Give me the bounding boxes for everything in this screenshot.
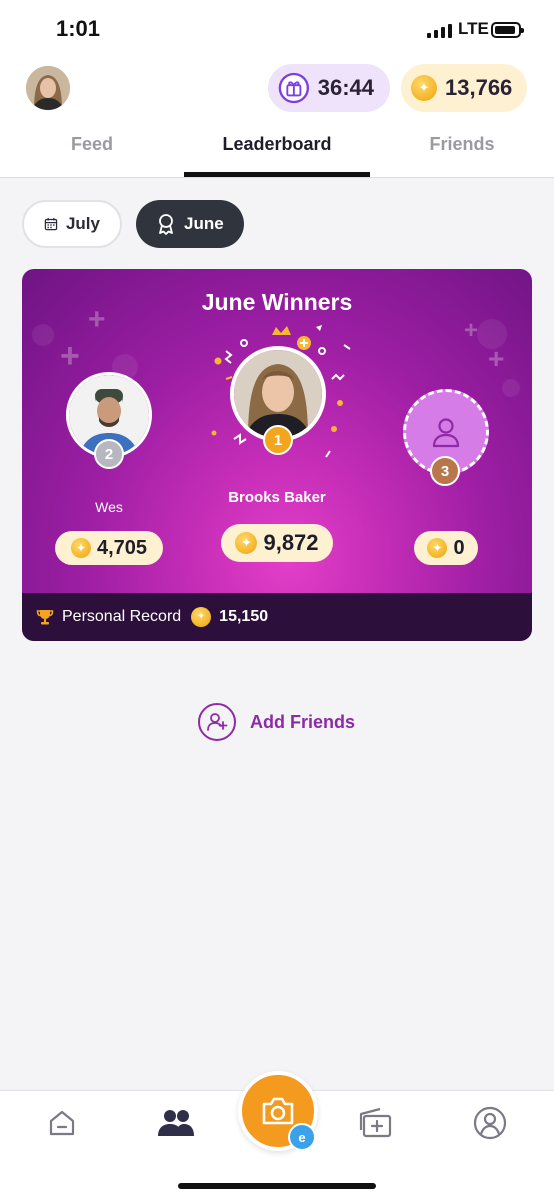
status-time: 1:01 <box>56 16 101 41</box>
coin-icon <box>235 532 258 554</box>
personal-record-bar: Personal Record 15,150 <box>22 593 532 641</box>
plus-decor-icon: + <box>464 317 479 344</box>
personal-record-label: Personal Record <box>62 608 182 625</box>
tab-leaderboard[interactable]: Leaderboard <box>184 134 370 155</box>
bottom-nav: e <box>0 1071 554 1200</box>
coin-icon <box>191 607 212 627</box>
first-place-name: Brooks Baker <box>228 489 326 506</box>
signal-icon <box>427 24 453 38</box>
add-user-icon <box>198 703 236 741</box>
first-place-score: 9,872 <box>221 524 333 562</box>
gift-timer-pill[interactable]: 36:44 <box>268 64 390 112</box>
home-icon[interactable] <box>42 1103 82 1143</box>
first-place-score-value: 9,872 <box>263 530 319 555</box>
second-place-medal: 2 <box>94 439 124 469</box>
decor-bubble <box>32 324 54 346</box>
third-place-score: 0 <box>414 531 478 565</box>
decor-bubble <box>502 379 520 397</box>
profile-icon[interactable] <box>470 1103 510 1143</box>
winners-card: + + + + June Winners 1 Brooks Baker ✦ 9,… <box>22 269 532 641</box>
personal-record-value: 15,150 <box>219 608 269 625</box>
home-indicator <box>178 1183 376 1189</box>
trophy-icon <box>36 610 54 625</box>
coin-balance-pill[interactable]: 13,766 <box>401 64 527 112</box>
plus-decor-icon: + <box>488 343 505 374</box>
first-place-rank: 1 <box>273 431 283 449</box>
second-place-name: Wes <box>95 499 123 515</box>
app-header: 1:01 LTE 36:44 13,766 Feed L <box>0 0 554 178</box>
month-june-button[interactable]: June <box>136 200 244 248</box>
plus-decor-icon: + <box>60 337 80 375</box>
add-friends-button[interactable]: Add Friends <box>198 703 355 741</box>
add-friends-label: Add Friends <box>250 711 356 732</box>
status-bar: 1:01 LTE <box>0 0 554 60</box>
rewards-icon[interactable] <box>356 1103 396 1143</box>
second-place-score: 4,705 <box>55 531 163 565</box>
month-june-label: June <box>184 214 224 233</box>
receipt-badge-letter: e <box>298 1129 306 1145</box>
coin-balance-value: 13,766 <box>445 75 513 100</box>
third-place-medal: 3 <box>430 456 460 486</box>
network-label: LTE <box>458 19 489 38</box>
gift-timer-value: 36:44 <box>317 75 374 100</box>
month-july-label: July <box>65 214 100 233</box>
tab-feed[interactable]: Feed <box>40 134 144 155</box>
third-place-rank: 3 <box>440 462 450 480</box>
gift-icon <box>278 72 310 104</box>
coin-icon <box>411 75 437 101</box>
tab-friends[interactable]: Friends <box>410 134 514 155</box>
calendar-icon <box>44 218 58 231</box>
friends-icon[interactable] <box>156 1103 196 1143</box>
camera-icon <box>262 1097 294 1125</box>
third-place-score-value: 0 <box>453 536 465 559</box>
battery-icon <box>491 22 524 38</box>
award-icon <box>159 214 173 235</box>
top-tabs: Feed Leaderboard Friends <box>0 124 554 178</box>
first-place-medal: 1 <box>263 425 293 455</box>
active-tab-indicator <box>184 172 370 177</box>
second-place-rank: 2 <box>104 445 114 463</box>
winners-title: June Winners <box>201 289 353 315</box>
coin-icon <box>70 538 91 558</box>
month-july-button[interactable]: July <box>22 200 122 248</box>
receipt-badge: e <box>288 1123 316 1151</box>
profile-avatar[interactable] <box>26 66 70 110</box>
second-place-score-value: 4,705 <box>96 536 148 559</box>
user-icon <box>432 418 460 448</box>
coin-icon <box>427 538 448 558</box>
